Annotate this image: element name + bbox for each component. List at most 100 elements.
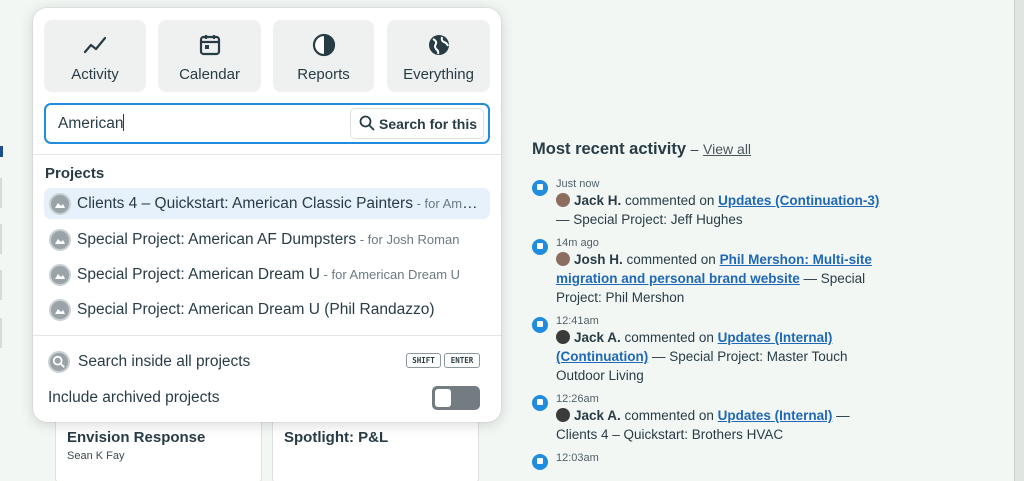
activity-item: 12:26am Jack A. commented on Updates (In… (532, 393, 952, 444)
activity-verb: commented on (622, 252, 720, 267)
divider (33, 154, 501, 155)
project-result-text: Clients 4 – Quickstart: American Classic… (77, 195, 482, 213)
activity-link[interactable]: Updates (Internal) (718, 408, 833, 423)
project-card-subtitle: Sean K Fay (67, 450, 125, 462)
activity-item: 14m ago Josh H. commented on Phil Mersho… (532, 237, 952, 307)
activity-verb: commented on (621, 193, 719, 208)
project-owner: - for American Classic Painters (416, 196, 482, 211)
quick-nav-reports[interactable]: Reports (273, 20, 374, 92)
project-result-text: Special Project: American Dream U - for … (77, 266, 482, 284)
avatar[interactable] (556, 330, 570, 344)
project-result-text: Special Project: American Dream U (Phil … (77, 301, 482, 319)
activity-text: Jack A. commented on Updates (Internal) … (556, 406, 886, 444)
search-icon (359, 115, 375, 131)
activity-time: 12:41am (556, 315, 599, 327)
reports-icon (312, 33, 335, 57)
avatar[interactable] (556, 252, 570, 266)
project-name: Special Project: American AF Dumpsters (77, 231, 357, 248)
project-icon (49, 299, 71, 321)
activity-author[interactable]: Josh H. (574, 252, 623, 267)
left-edge-tick (0, 270, 2, 300)
activity-author[interactable]: Jack A. (574, 330, 621, 345)
comment-icon (532, 180, 548, 196)
quick-nav-label: Everything (403, 66, 474, 83)
avatar[interactable] (556, 408, 570, 422)
activity-feed: Just now Jack H. commented on Updates (C… (532, 178, 952, 473)
left-edge-tick (0, 318, 2, 348)
activity-icon (83, 36, 107, 54)
activity-item: 12:41am Jack A. commented on Updates (In… (532, 315, 952, 385)
divider (33, 335, 501, 336)
left-edge-indicator (0, 146, 3, 157)
project-card[interactable]: ★ Envision Response Sean K Fay (55, 409, 262, 481)
activity-verb: commented on (620, 330, 718, 345)
project-result[interactable]: Clients 4 – Quickstart: American Classic… (44, 188, 490, 219)
search-all-label: Search inside all projects (78, 353, 251, 370)
search-for-this-button[interactable]: Search for this (350, 108, 484, 139)
search-field-text[interactable]: American (58, 114, 125, 133)
project-icon (49, 229, 71, 251)
activity-verb: commented on (620, 408, 718, 423)
project-result[interactable]: Special Project: American Dream U - for … (44, 259, 490, 290)
enter-key-hint: ENTER (444, 353, 480, 368)
comment-icon (532, 317, 548, 333)
activity-author[interactable]: Jack H. (574, 193, 621, 208)
search-input[interactable]: American Search for this (44, 103, 490, 144)
project-card-title: Spotlight: P&L (284, 429, 389, 446)
header-dash: – (690, 141, 699, 157)
activity-time: 14m ago (556, 237, 599, 249)
project-owner: - for Josh Roman (356, 232, 460, 247)
window-edge-strip (1014, 0, 1024, 481)
quick-nav-label: Activity (71, 66, 119, 83)
search-button-label: Search for this (379, 116, 478, 132)
calendar-icon (199, 35, 220, 56)
shift-key-hint: SHIFT (406, 353, 441, 368)
activity-time: Just now (556, 178, 600, 190)
activity-time: 12:26am (556, 393, 599, 405)
include-archived-label: Include archived projects (48, 389, 220, 406)
left-edge-tick (0, 224, 2, 254)
project-icon (49, 264, 71, 286)
search-value: American (58, 115, 124, 132)
search-all-projects[interactable]: Search inside all projects SHIFT ENTER (48, 350, 488, 374)
project-owner: - for American Dream U (319, 267, 461, 282)
avatar[interactable] (556, 193, 570, 207)
activity-text: Josh H. commented on Phil Mershon: Multi… (556, 250, 886, 307)
project-card[interactable]: ★ Spotlight: P&L (272, 409, 479, 481)
project-name: Clients 4 – Quickstart: American Classic… (77, 195, 413, 212)
quick-nav-everything[interactable]: Everything (387, 20, 490, 92)
comment-icon (532, 395, 548, 411)
project-name: Special Project: American Dream U (77, 266, 320, 283)
project-icon (49, 193, 71, 215)
project-result[interactable]: Special Project: American AF Dumpsters -… (44, 224, 490, 255)
project-result[interactable]: Special Project: American Dream U (Phil … (44, 294, 490, 325)
jump-menu-popover: Activity Calendar Reports Everything Ame… (33, 8, 501, 422)
quick-nav-calendar[interactable]: Calendar (158, 20, 261, 92)
activity-time: 12:03am (556, 452, 599, 464)
recent-activity-panel: Most recent activity – View all Just now… (532, 140, 952, 470)
text-caret (123, 114, 125, 131)
quick-nav-activity[interactable]: Activity (44, 20, 146, 92)
activity-item: 12:03am (532, 452, 952, 470)
activity-text: Jack A. commented on Updates (Internal) … (556, 328, 886, 385)
everything-icon (428, 35, 449, 55)
recent-activity-header: Most recent activity – View all (532, 140, 952, 159)
activity-text: Jack H. commented on Updates (Continuati… (556, 191, 886, 229)
view-all-link[interactable]: View all (703, 141, 751, 157)
comment-icon (532, 239, 548, 255)
toggle-knob (435, 389, 451, 407)
activity-link[interactable]: Updates (Continuation-3) (718, 193, 879, 208)
quick-nav-label: Reports (297, 66, 350, 83)
search-all-icon (48, 351, 70, 373)
comment-icon (532, 454, 548, 470)
recent-activity-title: Most recent activity (532, 140, 687, 158)
quick-nav-label: Calendar (179, 66, 240, 83)
project-card-title: Envision Response (67, 429, 206, 446)
project-name: Special Project: American Dream U (Phil … (77, 301, 435, 318)
project-result-text: Special Project: American AF Dumpsters -… (77, 231, 482, 249)
projects-heading: Projects (45, 165, 105, 182)
activity-context: — Special Project: Jeff Hughes (556, 212, 743, 227)
left-edge-tick (0, 178, 2, 208)
include-archived-toggle[interactable] (432, 386, 480, 410)
activity-author[interactable]: Jack A. (574, 408, 621, 423)
